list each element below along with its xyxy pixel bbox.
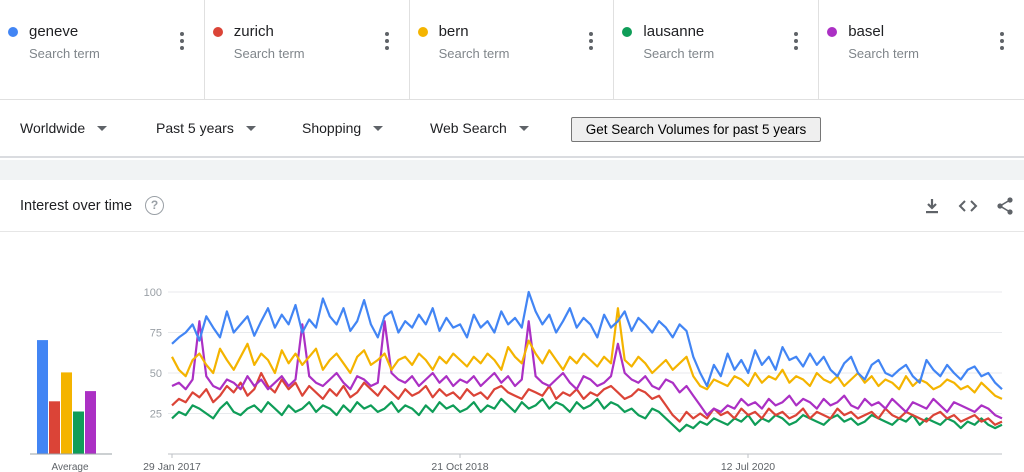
series-color-dot	[8, 27, 18, 37]
section-gap	[0, 160, 1024, 180]
series-color-dot	[622, 27, 633, 37]
more-vert-icon[interactable]	[179, 32, 184, 50]
share-icon[interactable]	[995, 196, 1015, 216]
filter-bar: Worldwide Past 5 years Shopping Web Sear…	[0, 100, 1024, 158]
y-tick-label: 25	[150, 409, 162, 421]
search-term-card-bern[interactable]: bern Search term	[410, 0, 615, 100]
average-bar-zurich	[49, 401, 60, 454]
average-bar-bern	[61, 372, 72, 454]
series-color-dot	[212, 27, 223, 37]
average-bar-lausanne	[73, 411, 84, 454]
more-vert-icon[interactable]	[999, 32, 1004, 50]
x-tick-label: 12 Jul 2020	[721, 461, 775, 472]
average-bar-basel	[85, 391, 96, 454]
y-tick-label: 75	[150, 328, 162, 340]
caret-down-icon	[97, 126, 108, 131]
help-circle-icon[interactable]: ?	[145, 196, 164, 215]
download-icon[interactable]	[922, 196, 942, 216]
average-label: Average	[51, 462, 89, 472]
series-color-dot	[827, 27, 838, 37]
search-property-dropdown[interactable]: Web Search	[430, 120, 529, 136]
series-line-basel	[171, 320, 1003, 420]
search-term-name[interactable]: bern	[439, 23, 469, 40]
more-vert-icon[interactable]	[794, 32, 799, 50]
interest-over-time-chart: Average 25 50 75 100 29 Jan 2017 21 Oct 2018 12…	[30, 287, 1003, 472]
search-term-type: Search term	[233, 46, 305, 61]
search-term-type: Search term	[29, 46, 100, 61]
region-dropdown[interactable]: Worldwide	[20, 120, 108, 136]
x-tick-label: 21 Oct 2018	[431, 461, 488, 472]
search-term-type: Search term	[643, 46, 715, 61]
card-title: Interest over time	[20, 198, 133, 214]
search-term-name[interactable]: basel	[848, 23, 884, 40]
y-tick-label: 50	[150, 368, 162, 380]
search-terms-bar: geneve Search term zurich Search term bern Se…	[0, 0, 1024, 100]
search-property-label: Web Search	[430, 120, 507, 136]
search-term-type: Search term	[848, 46, 919, 61]
search-term-card-geneve[interactable]: geneve Search term	[0, 0, 205, 100]
y-tick-label: 100	[144, 287, 162, 299]
get-search-volumes-button[interactable]: Get Search Volumes for past 5 years	[571, 117, 821, 142]
search-term-name[interactable]: geneve	[29, 23, 78, 40]
search-term-card-basel[interactable]: basel Search term	[819, 0, 1024, 100]
caret-down-icon	[518, 126, 529, 131]
search-term-card-lausanne[interactable]: lausanne Search term	[614, 0, 820, 100]
time-range-label: Past 5 years	[156, 120, 234, 136]
caret-down-icon	[245, 126, 256, 131]
search-term-name[interactable]: zurich	[234, 23, 274, 40]
category-dropdown[interactable]: Shopping	[302, 120, 384, 136]
more-vert-icon[interactable]	[589, 32, 594, 50]
more-vert-icon[interactable]	[384, 32, 389, 50]
series-color-dot	[417, 27, 428, 37]
search-term-card-zurich[interactable]: zurich Search term	[205, 0, 410, 100]
x-tick-label: 29 Jan 2017	[143, 461, 201, 472]
region-label: Worldwide	[20, 120, 86, 136]
series-line-zurich	[171, 371, 1003, 426]
search-term-type: Search term	[438, 46, 510, 61]
average-bar-geneve	[37, 340, 48, 454]
embed-code-icon[interactable]	[958, 196, 978, 216]
search-term-name[interactable]: lausanne	[643, 23, 704, 40]
category-label: Shopping	[302, 120, 362, 136]
time-range-dropdown[interactable]: Past 5 years	[156, 120, 256, 136]
caret-down-icon	[373, 126, 384, 131]
